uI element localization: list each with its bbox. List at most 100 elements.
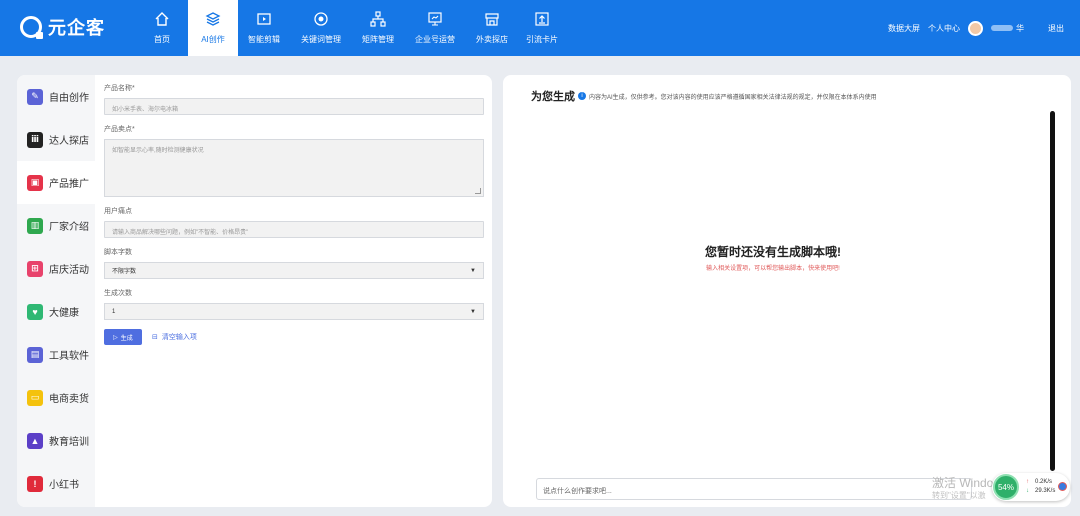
word-count-value: 不限字数	[112, 269, 137, 275]
presentation-icon	[427, 11, 443, 27]
nav-item-matrix[interactable]: 矩阵管理	[354, 0, 402, 56]
info-icon: i	[578, 92, 586, 100]
upload-arrow-icon: ↑	[1026, 479, 1029, 485]
clear-inputs-link[interactable]: ⊟ 清空输入项	[152, 332, 197, 342]
data-screen-link[interactable]: 数据大屏	[888, 23, 920, 34]
nav-item-label: 首页	[154, 35, 170, 44]
badge-icon	[1058, 482, 1067, 491]
video-icon	[256, 11, 272, 27]
user-area: 数据大屏 个人中心 华 退出	[888, 0, 1064, 56]
net-down-value: 29.3K/s	[1035, 488, 1056, 494]
nav-item-ai-create[interactable]: AI创作	[188, 0, 238, 56]
layers-icon	[205, 11, 221, 27]
category-item-health[interactable]: ♥ 大健康	[17, 290, 95, 333]
empty-state-title: 您暂时还没有生成脚本哦!	[705, 245, 841, 259]
category-label: 小红书	[49, 480, 79, 491]
logout-link[interactable]: 退出	[1048, 23, 1064, 34]
selling-points-label: 产品卖点*	[104, 126, 135, 133]
scrollbar[interactable]	[1050, 111, 1055, 471]
category-item-anniversary[interactable]: ⊞ 店庆活动	[17, 247, 95, 290]
category-item-product[interactable]: ▣ 产品推广	[17, 161, 95, 204]
user-pain-label: 用户痛点	[104, 208, 132, 215]
play-icon: ▷	[113, 334, 118, 341]
category-item-manufacturer[interactable]: ▥ 厂家介绍	[17, 204, 95, 247]
nav-item-label: 关键词管理	[301, 35, 341, 44]
nav-item-label: 智能剪辑	[248, 35, 280, 44]
xiaohongshu-icon: !	[27, 475, 43, 492]
category-label: 电商卖货	[49, 394, 89, 405]
windows-activation-watermark: 激活 Windo	[932, 476, 994, 490]
caret-down-icon: ▼	[470, 308, 476, 315]
category-label: 教育培训	[49, 437, 89, 448]
nav-item-smart-edit[interactable]: 智能剪辑	[240, 0, 288, 56]
user-name-suffix: 华	[1016, 23, 1024, 33]
target-icon	[313, 11, 329, 27]
result-panel: 为您生成 i 内容为AI生成，仅供参考。您对该内容的使用应该严格遵循国家相关法律…	[503, 75, 1071, 507]
category-list: ✎ 自由创作 ⅲ 达人探店 ▣ 产品推广 ▥ 厂家介绍 ⊞ 店庆活动 ♥ 大健康…	[17, 75, 95, 507]
result-title: 为您生成	[531, 91, 575, 103]
nav-item-label: 企业号运营	[415, 35, 455, 44]
net-percent: 54%	[993, 474, 1019, 500]
category-item-ecommerce[interactable]: ▭ 电商卖货	[17, 376, 95, 419]
product-name-input[interactable]: 如小米手表、海尔电冰箱	[104, 98, 484, 115]
gen-count-label: 生成次数	[104, 290, 132, 297]
gen-count-value: 1	[112, 308, 116, 315]
avatar[interactable]	[968, 20, 983, 36]
empty-state-subtitle: 输入相关设置项，可以帮您输出脚本，快来使用吧!	[706, 266, 840, 272]
category-item-free[interactable]: ✎ 自由创作	[17, 75, 95, 118]
org-chart-icon	[370, 11, 386, 27]
category-item-influencer[interactable]: ⅲ 达人探店	[17, 118, 95, 161]
creation-panel: ✎ 自由创作 ⅲ 达人探店 ▣ 产品推广 ▥ 厂家介绍 ⊞ 店庆活动 ♥ 大健康…	[17, 75, 492, 507]
network-speed-widget[interactable]: 54% ↑ 0.2K/s ↓ 29.3K/s	[992, 473, 1070, 501]
clear-label: 清空输入项	[161, 334, 197, 341]
building-icon: ▥	[27, 217, 43, 234]
gen-count-select[interactable]: 1 ▼	[104, 303, 484, 320]
category-label: 产品推广	[49, 179, 89, 190]
edit-icon: ✎	[27, 88, 43, 105]
brand-name: 元企客	[48, 18, 105, 38]
category-item-education[interactable]: ▲ 教育培训	[17, 419, 95, 462]
nav-item-label: 矩阵管理	[362, 35, 394, 44]
brand-logo[interactable]: 元企客	[20, 14, 105, 40]
word-count-select[interactable]: 不限字数 ▼	[104, 262, 484, 279]
selling-points-textarea[interactable]: 如智能显示心率,随时检测健康状况	[104, 139, 484, 197]
clear-icon: ⊟	[152, 334, 158, 341]
product-form: 产品名称* 如小米手表、海尔电冰箱 产品卖点* 如智能显示心率,随时检测健康状况…	[104, 83, 484, 345]
nav-item-keyword[interactable]: 关键词管理	[290, 0, 352, 56]
category-label: 店庆活动	[49, 265, 89, 276]
nav-item-traffic-card[interactable]: 引流卡片	[518, 0, 566, 56]
category-label: 自由创作	[49, 93, 89, 104]
user-name[interactable]: 华	[991, 23, 1024, 34]
user-pain-input[interactable]: 请输入商品解决哪些问题，例如"不智能、价格昂贵"	[104, 221, 484, 238]
logo-icon	[20, 16, 43, 39]
main-nav: 首页 AI创作 智能剪辑 关键词管理 矩阵管理 企业号运营 外卖探店 引流卡片	[138, 0, 568, 56]
prompt-input[interactable]: 说点什么创作要求吧...	[536, 478, 972, 500]
box-icon: ▣	[27, 174, 43, 191]
home-icon	[154, 11, 170, 27]
dianping-icon: ⅲ	[27, 131, 43, 148]
store-icon	[484, 11, 500, 27]
net-speeds: ↑ 0.2K/s ↓ 29.3K/s	[1026, 478, 1055, 496]
nav-item-home[interactable]: 首页	[138, 0, 186, 56]
heart-icon: ♥	[27, 303, 43, 320]
nav-item-label: 引流卡片	[526, 35, 558, 44]
category-label: 工具软件	[49, 351, 89, 362]
category-label: 达人探店	[49, 136, 89, 147]
nav-item-label: 外卖探店	[476, 35, 508, 44]
upload-card-icon	[534, 11, 550, 27]
caret-down-icon: ▼	[470, 267, 476, 274]
generate-button[interactable]: ▷ 生成	[104, 329, 142, 345]
category-item-xiaohongshu[interactable]: ! 小红书	[17, 462, 95, 505]
cart-icon: ▭	[27, 389, 43, 406]
net-up-value: 0.2K/s	[1035, 479, 1053, 485]
category-item-software[interactable]: ▤ 工具软件	[17, 333, 95, 376]
result-header: 为您生成 i 内容为AI生成，仅供参考。您对该内容的使用应该严格遵循国家相关法律…	[531, 88, 877, 104]
nav-item-enterprise[interactable]: 企业号运营	[404, 0, 466, 56]
personal-center-link[interactable]: 个人中心	[928, 23, 960, 34]
nav-item-label: AI创作	[201, 35, 225, 44]
graduation-icon: ▲	[27, 432, 43, 449]
result-note: 内容为AI生成，仅供参考。您对该内容的使用应该严格遵循国家相关法律法规的规定，并…	[589, 94, 877, 101]
download-arrow-icon: ↓	[1026, 488, 1029, 494]
generate-label: 生成	[120, 335, 133, 342]
nav-item-takeout[interactable]: 外卖探店	[468, 0, 516, 56]
